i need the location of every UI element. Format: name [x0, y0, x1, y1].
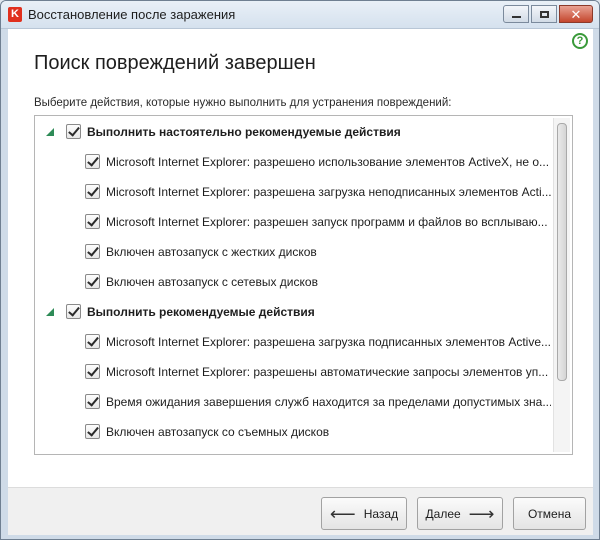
app-window: K Восстановление после заражения ✕ ? Пои…	[0, 0, 600, 540]
tree-group-row[interactable]: Выполнить рекомендуемые действия	[35, 302, 551, 322]
tree-item-row[interactable]: Microsoft Internet Explorer: разрешена з…	[35, 182, 551, 202]
item-label: Время ожидания завершения служб находитс…	[106, 395, 551, 409]
minimize-button[interactable]	[503, 5, 529, 23]
close-icon: ✕	[570, 6, 582, 22]
minimize-icon	[511, 16, 521, 18]
tree-item-row[interactable]: Включен автозапуск с жестких дисков	[35, 242, 551, 262]
maximize-icon	[539, 10, 549, 18]
group-checkbox[interactable]	[66, 304, 81, 319]
item-checkbox[interactable]	[85, 244, 100, 259]
kaspersky-logo-icon: K	[8, 7, 22, 22]
cancel-button[interactable]: Отмена	[513, 497, 586, 530]
expand-triangle-icon[interactable]	[46, 128, 54, 136]
next-button[interactable]: Далее ⟶	[417, 497, 503, 530]
back-button[interactable]: ⟵ Назад	[321, 497, 407, 530]
instruction-text: Выберите действия, которые нужно выполни…	[34, 97, 452, 109]
tree-item-row[interactable]: Microsoft Internet Explorer: разрешено и…	[35, 152, 551, 172]
tree-item-row[interactable]: Включен автозапуск со съемных дисков	[35, 422, 551, 442]
vertical-scrollbar[interactable]	[553, 118, 570, 452]
item-label: Microsoft Internet Explorer: разрешен за…	[106, 215, 548, 229]
actions-tree: Выполнить настоятельно рекомендуемые дей…	[34, 115, 573, 455]
cancel-button-label: Отмена	[527, 506, 572, 521]
item-checkbox[interactable]	[85, 424, 100, 439]
arrow-left-icon: ⟵	[329, 503, 356, 524]
scrollbar-thumb[interactable]	[557, 123, 567, 381]
item-label: Включен автозапуск с жестких дисков	[106, 245, 317, 259]
item-checkbox[interactable]	[85, 154, 100, 169]
group-label: Выполнить рекомендуемые действия	[87, 305, 315, 319]
page-title: Поиск повреждений завершен	[34, 52, 316, 74]
close-button[interactable]: ✕	[559, 5, 593, 23]
group-checkbox[interactable]	[66, 124, 81, 139]
button-bar: ⟵ Назад Далее ⟶ Отмена	[8, 487, 593, 535]
tree-item-row[interactable]: Время ожидания завершения служб находитс…	[35, 392, 551, 412]
item-checkbox[interactable]	[85, 184, 100, 199]
item-checkbox[interactable]	[85, 364, 100, 379]
item-checkbox[interactable]	[85, 214, 100, 229]
item-checkbox[interactable]	[85, 334, 100, 349]
tree-item-row[interactable]: Microsoft Internet Explorer: разрешены а…	[35, 362, 551, 382]
item-label: Включен автозапуск со съемных дисков	[106, 425, 330, 439]
next-button-label: Далее	[425, 506, 461, 521]
item-label: Microsoft Internet Explorer: разрешены а…	[106, 365, 549, 379]
maximize-button[interactable]	[531, 5, 557, 23]
help-icon[interactable]: ?	[572, 33, 588, 49]
arrow-right-icon: ⟶	[468, 503, 495, 524]
group-label: Выполнить настоятельно рекомендуемые дей…	[87, 125, 401, 139]
expand-triangle-icon[interactable]	[46, 308, 54, 316]
item-checkbox[interactable]	[85, 394, 100, 409]
dialog-content: ? Поиск повреждений завершен Выберите де…	[8, 29, 593, 487]
item-label: Microsoft Internet Explorer: разрешена з…	[106, 335, 551, 349]
item-label: Microsoft Internet Explorer: разрешена з…	[106, 185, 551, 199]
item-label: Включен автозапуск с сетевых дисков	[106, 275, 318, 289]
tree-item-row[interactable]: Microsoft Internet Explorer: разрешен за…	[35, 212, 551, 232]
back-button-label: Назад	[363, 506, 399, 521]
title-bar[interactable]: K Восстановление после заражения ✕	[1, 1, 599, 29]
tree-item-row[interactable]: Microsoft Internet Explorer: разрешена з…	[35, 332, 551, 352]
window-title: Восстановление после заражения	[28, 7, 236, 22]
item-checkbox[interactable]	[85, 274, 100, 289]
tree-item-row[interactable]: Включен автозапуск с сетевых дисков	[35, 272, 551, 292]
tree-group-row[interactable]: Выполнить настоятельно рекомендуемые дей…	[35, 122, 551, 142]
item-label: Microsoft Internet Explorer: разрешено и…	[106, 155, 550, 169]
